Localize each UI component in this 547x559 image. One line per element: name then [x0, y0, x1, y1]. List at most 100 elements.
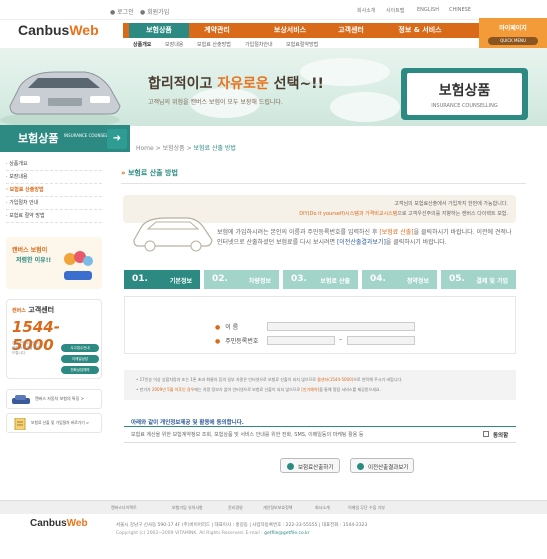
footer-link-company[interactable]: 회사소개 — [315, 505, 330, 511]
step-vehicle-info: 02. 차량정보 — [204, 270, 279, 289]
join-link[interactable]: ● 회원가입 — [140, 7, 169, 16]
call-center-desc: 지금 전화주시면 저렴한 보험료를 알려드립니다. — [12, 341, 40, 355]
footer-logo: CanbusWeb — [30, 518, 88, 529]
step-label: 기본정보 — [169, 278, 192, 285]
login-link[interactable]: ● 로그인 — [110, 7, 134, 16]
note-2-mid: 에는 차량 정보가 없어 인터넷으로 보험료 산출이 되지 않으므로 — [194, 387, 302, 392]
sidebar-item-procedure[interactable]: · 가입절차 안내 — [6, 197, 102, 210]
car-features-label: 캔버스 자동차 보험의 특징 > — [35, 396, 84, 401]
breadcrumb-current: 보험료 산출 방법 — [193, 145, 236, 152]
email-consult-button[interactable]: 이메일상담 — [61, 355, 99, 363]
name-row: ● 이 름 — [215, 322, 238, 331]
util-company[interactable]: 회사소개 — [357, 7, 375, 14]
nav-info[interactable]: 정보 & 서비스 — [391, 23, 449, 38]
util-sitemap[interactable]: 사이트맵 — [386, 7, 404, 14]
note-1-text: 17인승 이상 승합차량과 또는 1톤 초과 화물차 등의 일부 차종은 인터넷… — [139, 377, 318, 382]
my-page-button[interactable]: 마이페이지 QUICK MENU — [479, 18, 547, 48]
promo-banner[interactable]: 캔버스 보험이 저렴한 이유!! — [6, 237, 102, 289]
sidebar-item-calc[interactable]: · 보험료 산출방법 — [6, 184, 102, 197]
step-basic-info: 01. 기본정보 — [124, 270, 200, 289]
subnav-overview[interactable]: 상품개요 — [133, 41, 151, 48]
footer-link-email-refuse[interactable]: 이메일 무단 수집 거부 — [348, 505, 385, 511]
util-chinese[interactable]: CHINESE — [449, 7, 471, 13]
footer-link-direct[interactable]: 캔버스다이렉트 — [111, 505, 137, 511]
name-label: 이 름 — [225, 324, 239, 331]
bullet-icon: ● — [215, 338, 221, 345]
car-features-banner[interactable]: 캔버스 자동차 보험의 특징 > — [6, 389, 102, 409]
sidebar-item-label: 보험료 절약 방법 — [9, 213, 45, 219]
sidebar-title: 보험상품 — [18, 132, 59, 145]
footer-link-ethics[interactable]: 윤리경영 — [228, 505, 243, 511]
site-logo[interactable]: CanbusWeb — [18, 22, 99, 38]
footer-link-privacy[interactable]: 개인정보보호정책 — [263, 505, 292, 511]
rrn-row: ● 주민등록번호 — [215, 336, 258, 345]
hero-title-a: 합리적이고 — [148, 76, 218, 92]
calculate-premium-button[interactable]: 보험료산출하기 — [280, 458, 340, 473]
call-center-title: 캔버스 고객센터 — [12, 305, 54, 315]
footer-copyright-text: Copyright (c) 2002~2009 VITAMINK. All Ri… — [116, 531, 265, 536]
page-title: » 보험료 산출 방법 — [121, 168, 178, 178]
sidebar-item-overview[interactable]: · 상품개요 — [6, 158, 102, 171]
footer-link-notice[interactable]: 보험가입 유의사항 — [172, 505, 203, 511]
car-outline-illustration — [133, 217, 213, 252]
previous-results-button[interactable]: 이전산출결과보기 — [350, 458, 414, 473]
sidebar-item-label: 가입절차 안내 — [9, 200, 39, 206]
rrn-label: 주민등록번호 — [225, 338, 259, 345]
util-english[interactable]: ENGLISH — [417, 7, 439, 13]
nav-compensation[interactable]: 보상서비스 — [261, 23, 319, 38]
join-label: 회원가입 — [147, 9, 170, 16]
car-icon — [12, 395, 30, 404]
arrow-right-icon[interactable]: ➜ — [107, 129, 127, 149]
nav-customer[interactable]: 고객센터 — [326, 23, 376, 38]
intro-part-3: 을 클릭하시기 바랍니다. — [385, 239, 447, 246]
subnav-saving[interactable]: 보험료절약방법 — [286, 41, 318, 48]
name-input[interactable] — [267, 322, 415, 331]
footer-email[interactable]: getfile@getfile.co.kr — [264, 531, 309, 536]
logo-accent: Web — [69, 22, 99, 38]
arrow-circle-icon — [287, 463, 294, 470]
sidebar-item-saving[interactable]: · 보험료 절약 방법 — [6, 210, 102, 223]
accident-report-button[interactable]: 사고접수안내 — [61, 344, 99, 352]
call-center-label: 고객센터 — [28, 306, 55, 314]
agree-checkbox-label: 동의함 — [493, 433, 509, 439]
rrn-front-input[interactable] — [267, 336, 335, 345]
notice-line-2-rest: 으로 고객우선주의를 지향하는 캔버스 다이렉트 보험. — [397, 211, 508, 217]
subnav-calc[interactable]: 보험료 산출방법 — [197, 41, 231, 48]
phone-reserve-button[interactable]: 전화상담예약 — [61, 366, 99, 374]
breadcrumb-home[interactable]: Home — [136, 145, 154, 152]
promo-line-1: 캔버스 보험이 — [12, 247, 48, 254]
login-label: 로그인 — [117, 9, 134, 16]
intro-part-1: 보험에 가입하시려는 본인의 이름과 주민등록번호를 입력하신 후 — [217, 229, 380, 236]
quick-menu-button[interactable]: QUICK MENU — [488, 37, 538, 45]
step-indicator: 01. 기본정보 02. 차량정보 03. 보험료 산출 04. 청약정보 05. 결제 … — [124, 270, 516, 289]
subnav-procedure[interactable]: 가입절차안내 — [245, 41, 273, 48]
hero-title-b: 자유로운 — [217, 76, 269, 92]
note-2: • 만기가 2009년 5월 이후인 경우에는 차량 정보가 없어 인터넷으로 … — [136, 387, 381, 392]
cloud-shape — [330, 92, 400, 122]
subnav-coverage[interactable]: 보장내용 — [165, 41, 183, 48]
footer-logo-accent: Web — [66, 518, 88, 529]
badge-subtitle: INSURANCE COUNSELLING — [431, 103, 498, 109]
sidebar-item-coverage[interactable]: · 보장내용 — [6, 171, 102, 184]
intro-calc-ref: [보험료 산출] — [379, 229, 414, 236]
calculate-premium-label: 보험료산출하기 — [298, 465, 334, 471]
hero-title: 합리적이고 자유로운 선택~!! — [148, 73, 324, 93]
notice-line-2: DIY(Do it yourself)시스템과 가격비교시스템으로 고객우선주의… — [299, 210, 508, 217]
nav-contract[interactable]: 계약관리 — [193, 23, 241, 38]
breadcrumb: Home > 보험상품 > 보험료 산출 방법 — [136, 145, 236, 152]
nav-insurance[interactable]: 보험상품 — [129, 23, 189, 38]
logo-text: Canbus — [18, 22, 70, 38]
step-premium-calc: 03. 보험료 산출 — [283, 270, 358, 289]
basic-info-form: ● 이 름 ● 주민등록번호 – — [124, 296, 516, 354]
agree-checkbox[interactable] — [483, 431, 489, 437]
notice-highlight: DIY(Do it yourself)시스템과 가격비교시스템 — [299, 211, 398, 217]
hero-subtitle: 고객님의 위험을 캔버스 보험이 모두 보장해 드립니다. — [148, 99, 283, 106]
step-label: 청약정보 — [406, 278, 429, 285]
note-1-end: 으로 연락해 주시기 바랍니다. — [353, 377, 403, 382]
divider — [124, 426, 516, 427]
breadcrumb-insurance[interactable]: 보험상품 — [163, 145, 185, 152]
step-payment: 05. 결제 및 가입 — [441, 270, 516, 289]
calc-shortcut-banner[interactable]: 보험료 산출 및 가입절차 바로가기 > — [6, 413, 102, 433]
rrn-back-input[interactable] — [347, 336, 415, 345]
section-badge: 보험상품 INSURANCE COUNSELLING — [401, 68, 528, 120]
